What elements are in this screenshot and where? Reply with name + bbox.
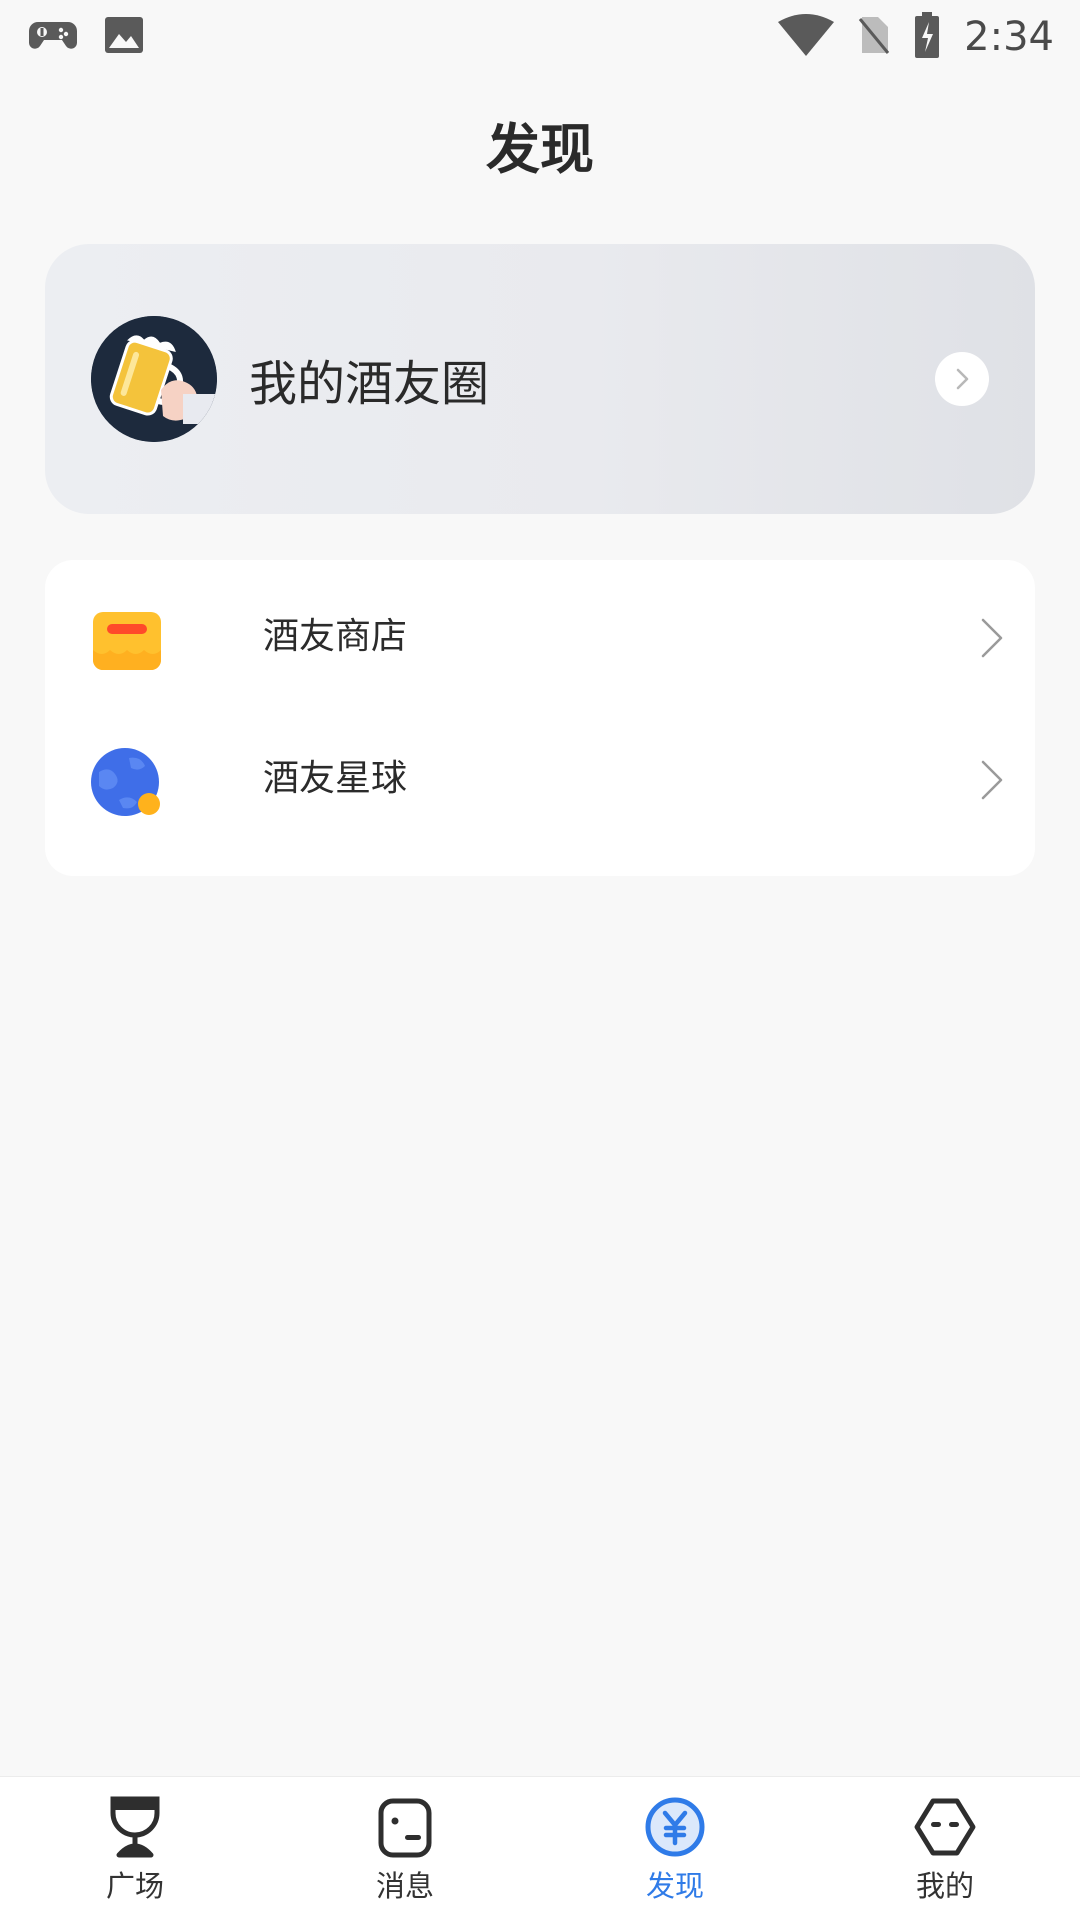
page-title: 发现 bbox=[486, 118, 594, 181]
image-icon bbox=[104, 16, 144, 58]
nav-item-me[interactable]: 我的 bbox=[810, 1777, 1080, 1920]
menu-item-planet[interactable]: 酒友星球 bbox=[45, 711, 1035, 853]
nav-item-messages[interactable]: 消息 bbox=[270, 1777, 540, 1920]
wifi-icon bbox=[778, 14, 835, 60]
gamepad-icon bbox=[28, 18, 78, 56]
status-bar: 2:34 bbox=[0, 0, 1080, 74]
battery-charging-icon bbox=[914, 12, 940, 62]
my-moments-card[interactable]: 我的酒友圈 bbox=[45, 244, 1035, 514]
menu-item-label: 酒友星球 bbox=[263, 758, 408, 799]
status-time: 2:34 bbox=[964, 14, 1054, 60]
hexagon-face-icon bbox=[913, 1795, 977, 1859]
menu-item-label: 酒友商店 bbox=[263, 616, 408, 657]
nav-item-discover[interactable]: 发现 bbox=[540, 1777, 810, 1920]
nav-label: 广场 bbox=[105, 1869, 164, 1903]
message-icon bbox=[373, 1795, 437, 1859]
chevron-right-icon[interactable] bbox=[935, 352, 989, 406]
yuan-coin-icon bbox=[643, 1795, 707, 1859]
discover-screen: 2:34 发现 我的酒友圈 酒友商店 酒友星球 广场 消息 发现 我的 bbox=[0, 0, 1080, 1920]
discover-menu: 酒友商店 酒友星球 bbox=[45, 560, 1035, 876]
goblet-icon bbox=[103, 1795, 167, 1859]
no-sim-icon bbox=[858, 15, 890, 59]
beer-mug-icon bbox=[91, 316, 217, 442]
nav-label: 消息 bbox=[375, 1869, 434, 1903]
nav-label: 我的 bbox=[915, 1869, 974, 1903]
nav-label: 发现 bbox=[645, 1869, 704, 1903]
menu-item-shop[interactable]: 酒友商店 bbox=[45, 569, 1035, 711]
moments-label: 我的酒友圈 bbox=[249, 356, 490, 412]
planet-icon bbox=[89, 744, 165, 820]
bottom-nav: 广场 消息 发现 我的 bbox=[0, 1776, 1080, 1920]
nav-item-square[interactable]: 广场 bbox=[0, 1777, 270, 1920]
chevron-right-icon bbox=[979, 759, 1005, 805]
shop-icon bbox=[89, 602, 165, 678]
chevron-right-icon bbox=[979, 617, 1005, 663]
